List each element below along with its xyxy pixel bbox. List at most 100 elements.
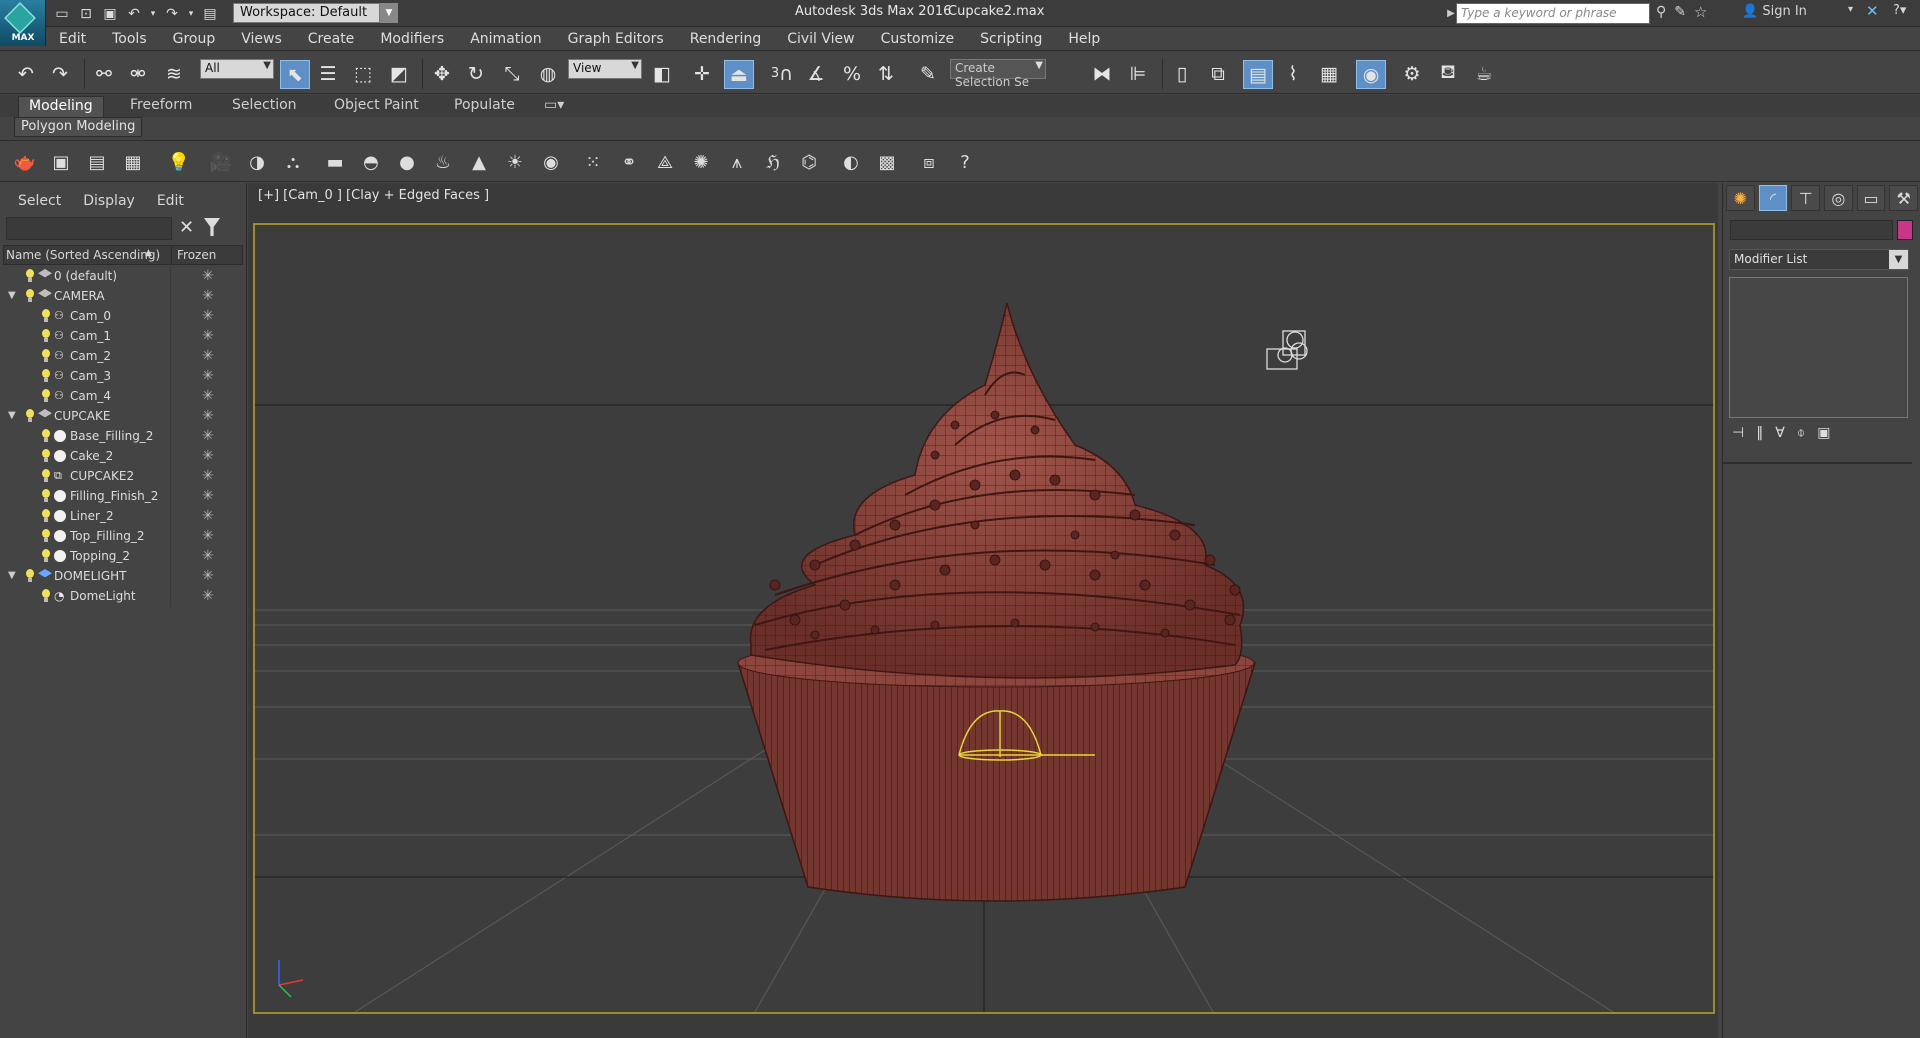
tab-object-paint[interactable]: Object Paint [324, 96, 429, 118]
tree-row[interactable]: ⚇ Cam_3 ✳ [3, 367, 243, 387]
frozen-toggle-icon[interactable]: ✳ [202, 348, 214, 364]
expand-arrow-icon[interactable]: ▼ [8, 570, 16, 581]
favorites-star-icon[interactable]: ☆ [1694, 3, 1707, 21]
clear-search-icon[interactable]: ✕ [179, 217, 194, 238]
sphere-icon[interactable]: ● [394, 149, 420, 175]
select-by-name-icon[interactable]: ☰ [314, 60, 342, 87]
frozen-toggle-icon[interactable]: ✳ [202, 428, 214, 444]
ribbon-options-icon[interactable]: ▭▾ [534, 96, 574, 118]
visibility-bulb-icon[interactable] [25, 289, 35, 303]
explorer-search-input[interactable] [6, 217, 172, 240]
hemisphere-icon[interactable]: ◓ [358, 149, 384, 175]
expand-arrow-icon[interactable]: ▼ [8, 290, 16, 301]
toggle-ribbon-icon[interactable]: ▤ [1243, 60, 1273, 89]
mirror-icon[interactable]: ⧓ [1088, 60, 1116, 87]
tab-populate[interactable]: Populate [444, 96, 525, 118]
redo-dropdown-icon[interactable]: ▾ [186, 4, 196, 24]
reference-coordinate-select[interactable]: View ▼ [568, 59, 642, 79]
visibility-bulb-icon[interactable] [41, 389, 51, 403]
helper-icon[interactable]: ◑ [244, 149, 270, 175]
explorer-menu-select[interactable]: Select [18, 193, 61, 209]
percent-snap-icon[interactable]: % [838, 60, 866, 87]
angle-snap-icon[interactable]: ∡ [802, 60, 830, 87]
tree-row[interactable]: 0 (default) ✳ [3, 267, 243, 287]
show-end-result-icon[interactable]: ‖ [1756, 425, 1763, 441]
expand-arrow-icon[interactable]: ▼ [8, 410, 16, 421]
frozen-toggle-icon[interactable]: ✳ [202, 568, 214, 584]
undo-icon[interactable]: ↶ [12, 60, 40, 87]
save-file-icon[interactable]: ▣ [100, 4, 120, 24]
explorer-menu-display[interactable]: Display [83, 193, 135, 209]
keyboard-shortcut-override-icon[interactable]: ⏏ [724, 60, 754, 89]
visibility-bulb-icon[interactable] [41, 509, 51, 523]
visibility-bulb-icon[interactable] [41, 329, 51, 343]
application-button[interactable]: MAX [0, 0, 46, 46]
align-icon[interactable]: ⊫ [1124, 60, 1152, 87]
pivot-center-icon[interactable]: ◧ [648, 60, 676, 87]
open-file-icon[interactable]: ⊡ [76, 4, 96, 24]
named-selection-set-select[interactable]: Create Selection Se ▼ [950, 59, 1046, 89]
select-manipulate-icon[interactable]: ✛ [688, 60, 716, 87]
particle-icon[interactable]: ⛬ [280, 149, 306, 175]
visibility-bulb-icon[interactable] [41, 429, 51, 443]
frozen-toggle-icon[interactable]: ✳ [202, 548, 214, 564]
utilities-tab-icon[interactable]: ⚒ [1889, 185, 1919, 211]
molecule-icon[interactable]: ⚭ [616, 149, 642, 175]
motion-tab-icon[interactable]: ◎ [1824, 185, 1853, 211]
frozen-toggle-icon[interactable]: ✳ [202, 588, 214, 604]
tree-row[interactable]: ◔ DomeLight ✳ [3, 587, 243, 607]
frozen-toggle-icon[interactable]: ✳ [202, 328, 214, 344]
tree-row[interactable]: Liner_2 ✳ [3, 507, 243, 527]
object-list-icon[interactable]: ▦ [120, 149, 146, 175]
tree-row[interactable]: ⧉ CUPCAKE2 ✳ [3, 467, 243, 487]
unlink-icon[interactable]: ⚮ [124, 60, 152, 87]
binoculars-icon[interactable]: ⚲ [1656, 3, 1666, 21]
sign-in-dropdown-icon[interactable]: ▾ [1848, 4, 1853, 15]
pyramid-icon[interactable]: ⟁ [652, 149, 678, 175]
snaps-toggle-icon[interactable]: 3 ∩ [768, 60, 796, 87]
rectangular-selection-icon[interactable]: ⬚ [349, 60, 377, 87]
visibility-bulb-icon[interactable] [41, 529, 51, 543]
link-icon[interactable]: ⚯ [90, 60, 118, 87]
toggle-scene-explorer-icon[interactable]: ▯ [1168, 60, 1196, 87]
menu-edit[interactable]: Edit [46, 31, 99, 47]
select-object-icon[interactable]: ⬉ [280, 60, 310, 89]
menu-civil-view[interactable]: Civil View [774, 31, 867, 47]
material-editor-icon[interactable]: ◉ [1356, 60, 1386, 89]
create-tab-icon[interactable]: ✺ [1726, 185, 1755, 211]
modify-tab-icon[interactable]: ◜ [1758, 185, 1788, 211]
select-and-move-icon[interactable]: ✥ [428, 60, 456, 87]
menu-scripting[interactable]: Scripting [967, 31, 1055, 47]
tree-row[interactable]: ▼ CUPCAKE ✳ [3, 407, 243, 427]
grid-particles-icon[interactable]: ⁙ [580, 149, 606, 175]
menu-tools[interactable]: Tools [99, 31, 160, 47]
tree-row[interactable]: Topping_2 ✳ [3, 547, 243, 567]
frozen-toggle-icon[interactable]: ✳ [202, 508, 214, 524]
sun-icon[interactable]: ☀ [502, 149, 528, 175]
configure-modifier-sets-icon[interactable]: ▣ [1817, 425, 1830, 441]
window-crossing-icon[interactable]: ◩ [385, 60, 413, 87]
select-and-rotate-icon[interactable]: ↻ [462, 60, 490, 87]
communication-icon[interactable]: ✎ [1674, 3, 1686, 21]
tree-row[interactable]: Cake_2 ✳ [3, 447, 243, 467]
frozen-toggle-icon[interactable]: ✳ [202, 288, 214, 304]
object-color-swatch[interactable] [1897, 220, 1913, 240]
menu-views[interactable]: Views [228, 31, 295, 47]
visibility-bulb-icon[interactable] [41, 449, 51, 463]
visibility-bulb-icon[interactable] [41, 369, 51, 383]
select-and-scale-icon[interactable]: ⤡ [498, 60, 526, 87]
object-name-field[interactable] [1730, 220, 1893, 240]
teapot-primitive-icon[interactable]: ♨ [430, 149, 456, 175]
tree-row[interactable]: ⚇ Cam_0 ✳ [3, 307, 243, 327]
curve-editor-icon[interactable]: ⌇ [1279, 60, 1307, 87]
light-lister-icon[interactable]: 💡 [166, 149, 192, 175]
frozen-toggle-icon[interactable]: ✳ [202, 368, 214, 384]
bind-space-warp-icon[interactable]: ≋ [160, 60, 188, 87]
viewport-label[interactable]: [+] [Cam_0 ] [Clay + Edged Faces ] [258, 188, 489, 203]
edit-named-selection-icon[interactable]: ✎ [914, 60, 942, 87]
frozen-toggle-icon[interactable]: ✳ [202, 308, 214, 324]
spinner-snap-icon[interactable]: ⇅ [872, 60, 900, 87]
rendered-frame-window-icon[interactable]: ⛾ [1434, 60, 1462, 87]
column-frozen-header[interactable]: Frozen [177, 248, 216, 262]
frozen-toggle-icon[interactable]: ✳ [202, 448, 214, 464]
